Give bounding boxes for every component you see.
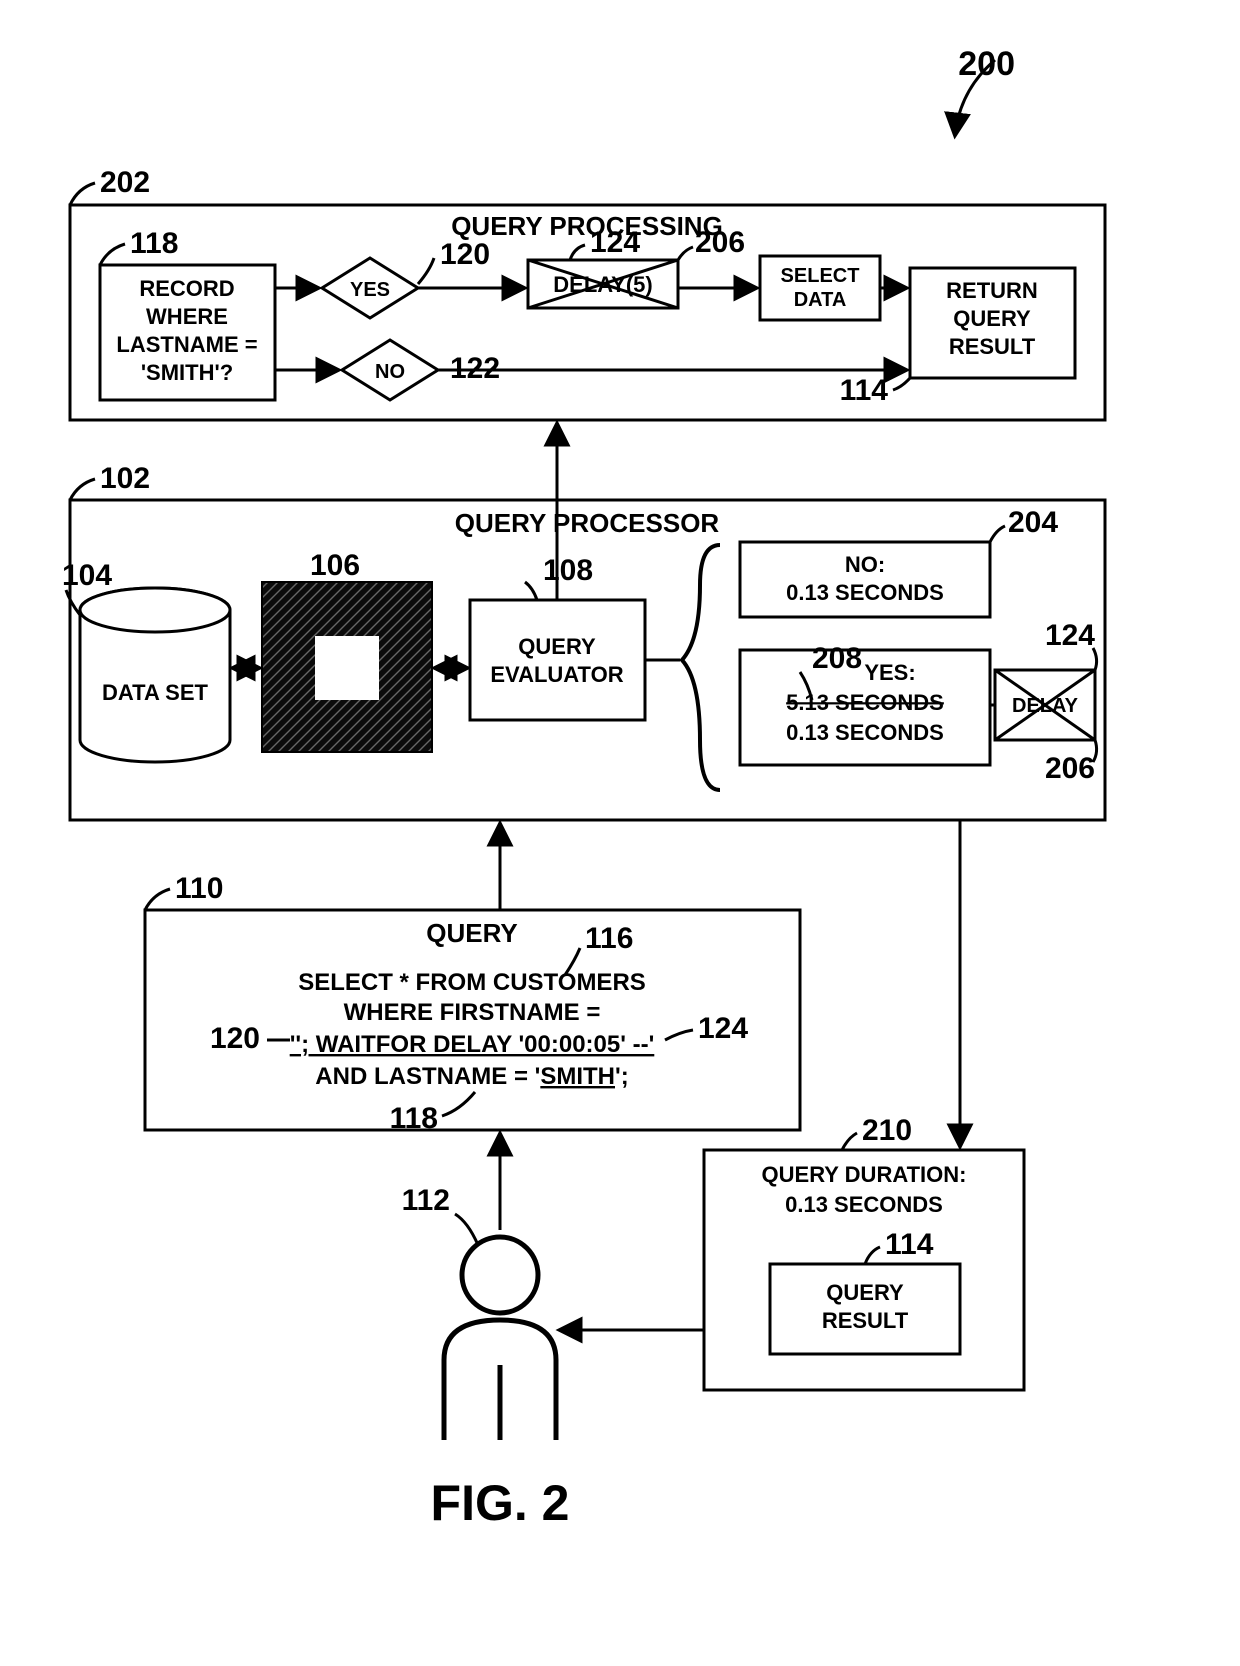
ref-102: 102 bbox=[100, 462, 150, 495]
no-result-l2: 0.13 SECONDS bbox=[786, 580, 944, 605]
record-line3: LASTNAME = bbox=[116, 332, 257, 357]
return-l3: RESULT bbox=[949, 334, 1036, 359]
tick-204 bbox=[990, 526, 1005, 542]
ref-202: 202 bbox=[100, 166, 150, 199]
yes-diamond: YES bbox=[322, 258, 418, 318]
duration-l1: QUERY DURATION: bbox=[762, 1162, 967, 1187]
record-line2: WHERE bbox=[146, 304, 228, 329]
tick-112 bbox=[455, 1214, 478, 1245]
ref-204: 204 bbox=[1008, 506, 1058, 539]
brace-icon bbox=[682, 545, 720, 790]
yes-result-l1: YES: bbox=[864, 660, 915, 685]
tick-210 bbox=[842, 1133, 857, 1150]
tick-104 bbox=[66, 590, 80, 615]
sql-line3: ''; WAITFOR DELAY '00:00:05' --' bbox=[290, 1031, 655, 1058]
select-data-l2: DATA bbox=[794, 289, 847, 311]
chip-icon bbox=[262, 582, 432, 752]
query-title: QUERY bbox=[426, 918, 518, 948]
record-line1: RECORD bbox=[139, 276, 234, 301]
ref-124c: 124 bbox=[698, 1012, 748, 1045]
ref-210: 210 bbox=[862, 1114, 912, 1147]
evaluator-box bbox=[470, 600, 645, 720]
yes-result-l3: 0.13 SECONDS bbox=[786, 720, 944, 745]
ref-120: 120 bbox=[440, 238, 490, 271]
ref-124b: 124 bbox=[1045, 619, 1095, 652]
figure-caption: FIG. 2 bbox=[431, 1475, 570, 1531]
duration-l2: 0.13 SECONDS bbox=[785, 1192, 943, 1217]
yes-text: YES bbox=[350, 279, 390, 301]
ref-112: 112 bbox=[402, 1184, 450, 1217]
tick-108 bbox=[525, 582, 537, 600]
ref-108: 108 bbox=[543, 554, 593, 587]
return-l2: QUERY bbox=[953, 306, 1031, 331]
delay5-box: DELAY(5) bbox=[528, 260, 678, 308]
ref-110: 110 bbox=[175, 872, 223, 905]
query-processing-title: QUERY PROCESSING bbox=[451, 211, 723, 241]
duration-result-l1: QUERY bbox=[826, 1280, 904, 1305]
evaluator-l2: EVALUATOR bbox=[490, 662, 623, 687]
sql-line1: SELECT * FROM CUSTOMERS bbox=[298, 969, 646, 996]
tick-114a bbox=[893, 378, 910, 390]
tick-206a bbox=[678, 247, 693, 260]
sql-line2: WHERE FIRSTNAME = bbox=[344, 999, 601, 1026]
ref-106: 106 bbox=[310, 549, 360, 582]
query-processor-title: QUERY PROCESSOR bbox=[455, 508, 720, 538]
ref-114a: 114 bbox=[840, 374, 889, 407]
no-result-l1: NO: bbox=[845, 552, 885, 577]
sql-line4: AND LASTNAME = 'SMITH'; bbox=[315, 1063, 628, 1090]
ref-114b: 114 bbox=[885, 1228, 934, 1261]
ref-118b: 118 bbox=[390, 1102, 438, 1135]
ref-120b: 120 bbox=[210, 1022, 260, 1055]
tick-118 bbox=[100, 244, 125, 265]
ref-118: 118 bbox=[130, 227, 178, 260]
tick-102 bbox=[70, 479, 95, 500]
person-icon bbox=[444, 1237, 556, 1440]
ref-200: 200 bbox=[958, 45, 1015, 83]
record-line4: 'SMITH'? bbox=[141, 360, 233, 385]
select-data-l1: SELECT bbox=[781, 265, 860, 287]
data-set-cylinder: DATA SET bbox=[80, 588, 230, 762]
ref-206a: 206 bbox=[695, 226, 745, 259]
duration-result-l2: RESULT bbox=[822, 1308, 909, 1333]
ref-104: 104 bbox=[62, 559, 112, 592]
data-set-label: DATA SET bbox=[102, 680, 208, 705]
ref-208: 208 bbox=[812, 642, 862, 675]
tick-124a bbox=[570, 245, 585, 260]
no-text: NO bbox=[375, 361, 405, 383]
delay-box: DELAY bbox=[995, 670, 1095, 740]
return-l1: RETURN bbox=[946, 278, 1038, 303]
evaluator-l1: QUERY bbox=[518, 634, 596, 659]
diagram-canvas: 200 QUERY PROCESSING 202 RECORD WHERE LA… bbox=[0, 0, 1240, 1666]
ref-124a: 124 bbox=[590, 226, 640, 259]
no-diamond: NO bbox=[342, 340, 438, 400]
ref-206b: 206 bbox=[1045, 752, 1095, 785]
tick-110 bbox=[145, 889, 170, 910]
ref-116: 116 bbox=[585, 922, 633, 955]
tick-202 bbox=[70, 183, 95, 205]
tick-120 bbox=[418, 258, 434, 284]
